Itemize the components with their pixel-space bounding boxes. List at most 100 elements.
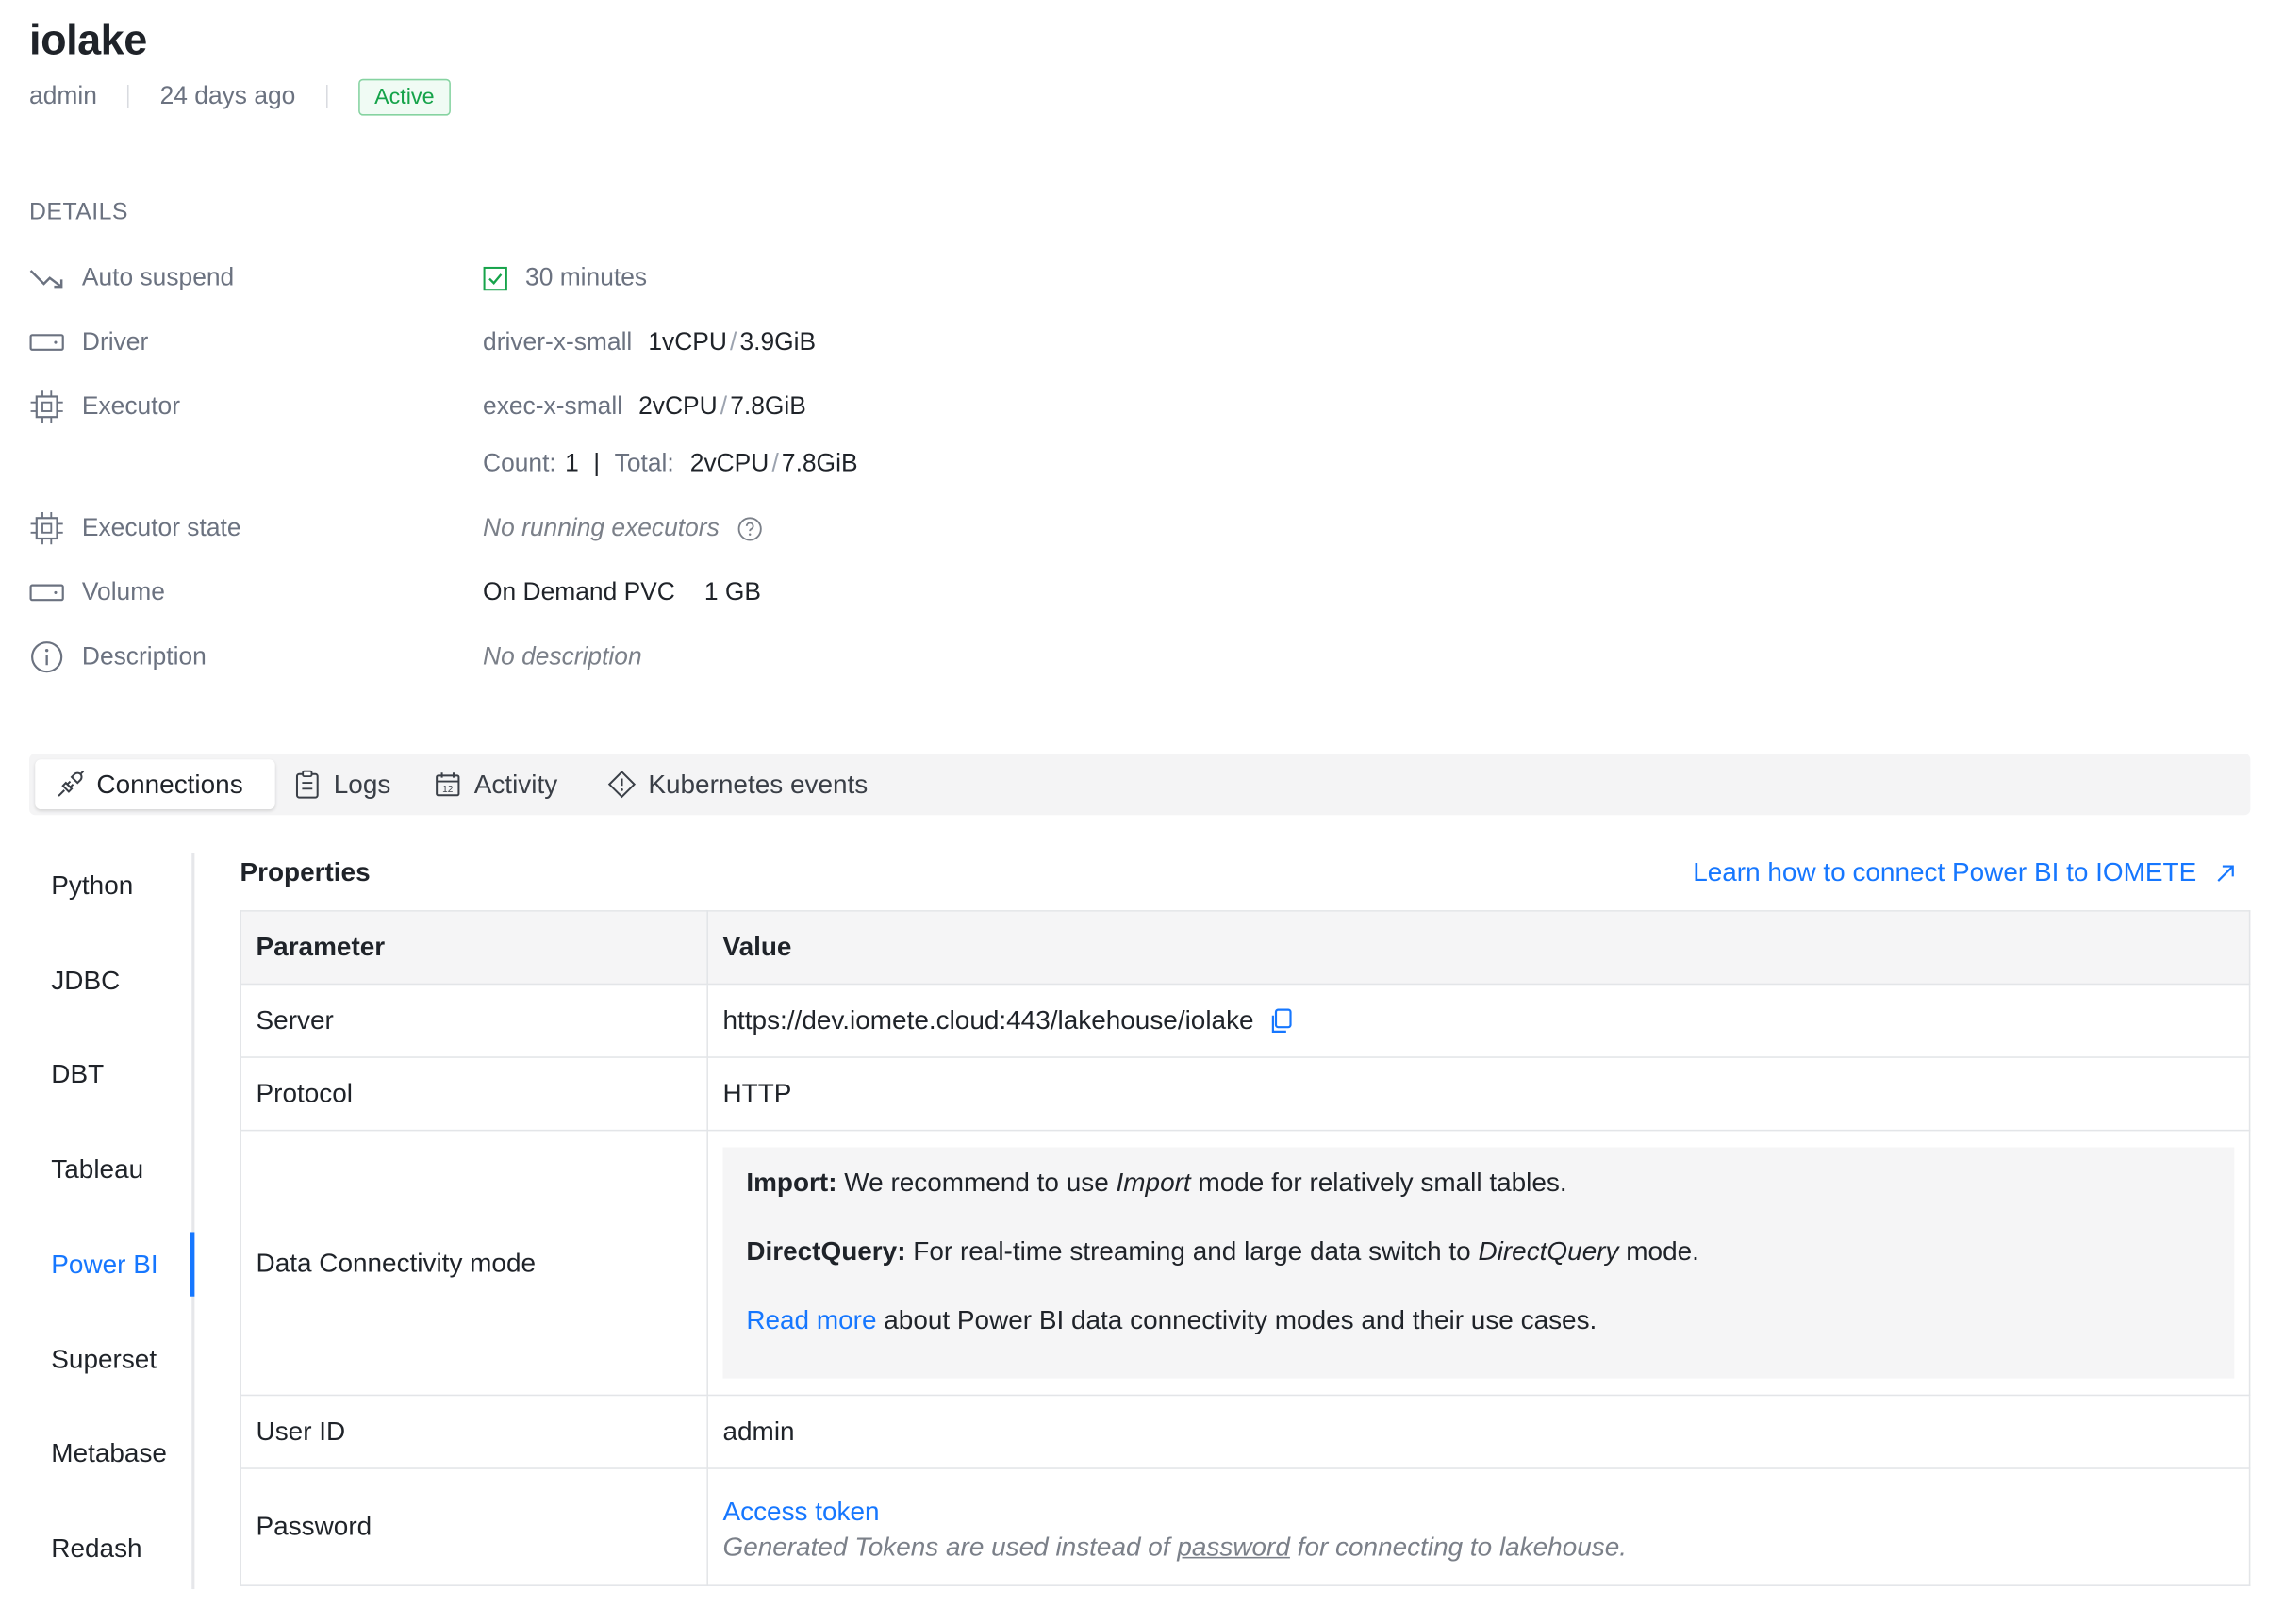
- table-header-row: Parameter Value: [240, 910, 2251, 986]
- status-badge: Active: [358, 78, 451, 115]
- table-row: User ID admin: [240, 1394, 2251, 1469]
- chip-icon: [29, 389, 64, 424]
- value-protocol: HTTP: [706, 1056, 2251, 1132]
- plug-icon: [56, 770, 85, 799]
- description-value: No description: [483, 642, 642, 671]
- driver-mem: 3.9GiB: [739, 327, 817, 356]
- directquery-text-end: mode.: [1626, 1236, 1699, 1267]
- sidebar-item-tableau[interactable]: Tableau: [51, 1147, 143, 1191]
- import-mode-name: Import: [1116, 1168, 1191, 1198]
- executor-total-label: Total:: [614, 449, 674, 477]
- detail-row-executor-state: Executor state No running executors: [29, 509, 762, 547]
- sidebar-item-jdbc[interactable]: JDBC: [51, 958, 120, 1003]
- drive-icon: [29, 324, 64, 359]
- password-link[interactable]: password: [1177, 1533, 1290, 1562]
- executor-type: exec-x-small: [483, 391, 623, 421]
- copy-icon[interactable]: [1270, 1008, 1294, 1035]
- tab-kubernetes-events[interactable]: Kubernetes events: [587, 759, 888, 809]
- description-label: Description: [81, 642, 207, 671]
- import-text-end: mode for relatively small tables.: [1198, 1168, 1567, 1198]
- param-data-connectivity-mode: Data Connectivity mode: [240, 1129, 708, 1397]
- table-row: Password Access token Generated Tokens a…: [240, 1467, 2251, 1586]
- executor-sep: /: [720, 391, 728, 421]
- sidebar-active-indicator: [190, 1232, 195, 1297]
- sidebar-item-superset[interactable]: Superset: [51, 1337, 157, 1382]
- import-text: We recommend to use: [844, 1168, 1109, 1198]
- driver-label: Driver: [81, 327, 149, 356]
- warning-diamond-icon: [607, 770, 637, 799]
- sidebar-item-redash[interactable]: Redash: [51, 1526, 141, 1570]
- owner-name: admin: [29, 81, 97, 110]
- sidebar-item-python[interactable]: Python: [51, 863, 133, 907]
- connectivity-info-box: Import: We recommend to use Import mode …: [722, 1147, 2235, 1379]
- auto-suspend-value: 30 minutes: [525, 263, 648, 291]
- tab-label: Kubernetes events: [648, 769, 869, 799]
- directquery-mode-name: DirectQuery: [1478, 1236, 1619, 1267]
- server-url: https://dev.iomete.cloud:443/lakehouse/i…: [722, 1004, 1254, 1035]
- executor-total-mem: 7.8GiB: [781, 449, 858, 477]
- properties-table: Parameter Value Server https://dev.iomet…: [240, 910, 2251, 1586]
- created-time: 24 days ago: [159, 81, 296, 110]
- learn-link-text[interactable]: Learn how to connect Power BI to IOMETE: [1693, 857, 2196, 888]
- executor-cpu: 2vCPU: [638, 391, 718, 421]
- executor-total-sep: /: [771, 449, 779, 477]
- auto-suspend-label: Auto suspend: [81, 263, 235, 291]
- column-header-parameter: Parameter: [240, 910, 708, 986]
- trend-down-icon: [29, 260, 64, 295]
- properties-title: Properties: [240, 857, 371, 887]
- param-password: Password: [240, 1467, 708, 1586]
- totals-divider: |: [593, 449, 601, 477]
- learn-link[interactable]: Learn how to connect Power BI to IOMETE: [1693, 857, 2237, 888]
- detail-row-executor: Executor exec-x-small 2vCPU / 7.8GiB: [29, 388, 806, 425]
- header-meta: admin 24 days ago Active: [29, 78, 451, 115]
- info-icon: [29, 639, 64, 674]
- check-icon: [483, 266, 507, 290]
- executor-mem: 7.8GiB: [730, 391, 806, 421]
- read-more-link[interactable]: Read more: [746, 1305, 876, 1334]
- read-more-note: Read more about Power BI data connectivi…: [746, 1302, 2210, 1337]
- read-more-text: about Power BI data connectivity modes a…: [884, 1305, 1597, 1335]
- directquery-text: For real-time streaming and large data s…: [913, 1236, 1471, 1267]
- executor-count-label: Count:: [483, 449, 556, 477]
- driver-type: driver-x-small: [483, 327, 633, 356]
- tab-bar: Connections Logs 12 Activity Kubernetes …: [29, 754, 2251, 816]
- page-title: iolake: [29, 17, 147, 65]
- column-header-value: Value: [706, 910, 2251, 986]
- detail-row-volume: Volume On Demand PVC 1 GB: [29, 573, 761, 611]
- directquery-label: DirectQuery:: [746, 1236, 906, 1267]
- chip-icon: [29, 511, 64, 546]
- sidebar-item-dbt[interactable]: DBT: [51, 1052, 104, 1097]
- value-data-connectivity-mode: Import: We recommend to use Import mode …: [706, 1129, 2251, 1397]
- sidebar-item-metabase[interactable]: Metabase: [51, 1431, 167, 1475]
- value-user-id: admin: [706, 1394, 2251, 1469]
- access-token-link[interactable]: Access token: [722, 1491, 2234, 1532]
- executor-state-label: Executor state: [81, 513, 241, 542]
- sidebar-divider: [191, 853, 195, 1590]
- detail-row-driver: Driver driver-x-small 1vCPU / 3.9GiB: [29, 323, 816, 361]
- tab-connections[interactable]: Connections: [35, 759, 275, 810]
- import-label: Import:: [746, 1168, 837, 1198]
- value-server: https://dev.iomete.cloud:443/lakehouse/i…: [706, 983, 2251, 1058]
- import-mode-note: Import: We recommend to use Import mode …: [746, 1165, 2210, 1200]
- details-heading: DETAILS: [29, 200, 128, 225]
- tab-activity[interactable]: 12 Activity: [413, 759, 578, 809]
- tab-logs[interactable]: Logs: [273, 759, 411, 809]
- volume-label: Volume: [81, 577, 165, 606]
- tab-label: Connections: [96, 769, 243, 799]
- volume-size: 1 GB: [703, 577, 761, 606]
- table-row: Server https://dev.iomete.cloud:443/lake…: [240, 983, 2251, 1058]
- tab-label: Logs: [333, 769, 391, 799]
- volume-type: On Demand PVC: [483, 577, 675, 606]
- drive-icon: [29, 575, 64, 610]
- meta-divider: [325, 84, 328, 108]
- param-protocol: Protocol: [240, 1056, 708, 1132]
- question-icon[interactable]: [737, 516, 762, 540]
- executor-state-value: No running executors: [483, 513, 720, 542]
- password-note: Generated Tokens are used instead of pas…: [722, 1533, 2234, 1564]
- external-link-icon: [2214, 861, 2238, 885]
- sidebar-item-power-bi[interactable]: Power BI: [51, 1242, 157, 1286]
- table-row: Data Connectivity mode Import: We recomm…: [240, 1129, 2251, 1397]
- detail-row-description: Description No description: [29, 638, 642, 675]
- table-row: Protocol HTTP: [240, 1056, 2251, 1132]
- password-note-text-end: for connecting to lakehouse.: [1297, 1532, 1628, 1562]
